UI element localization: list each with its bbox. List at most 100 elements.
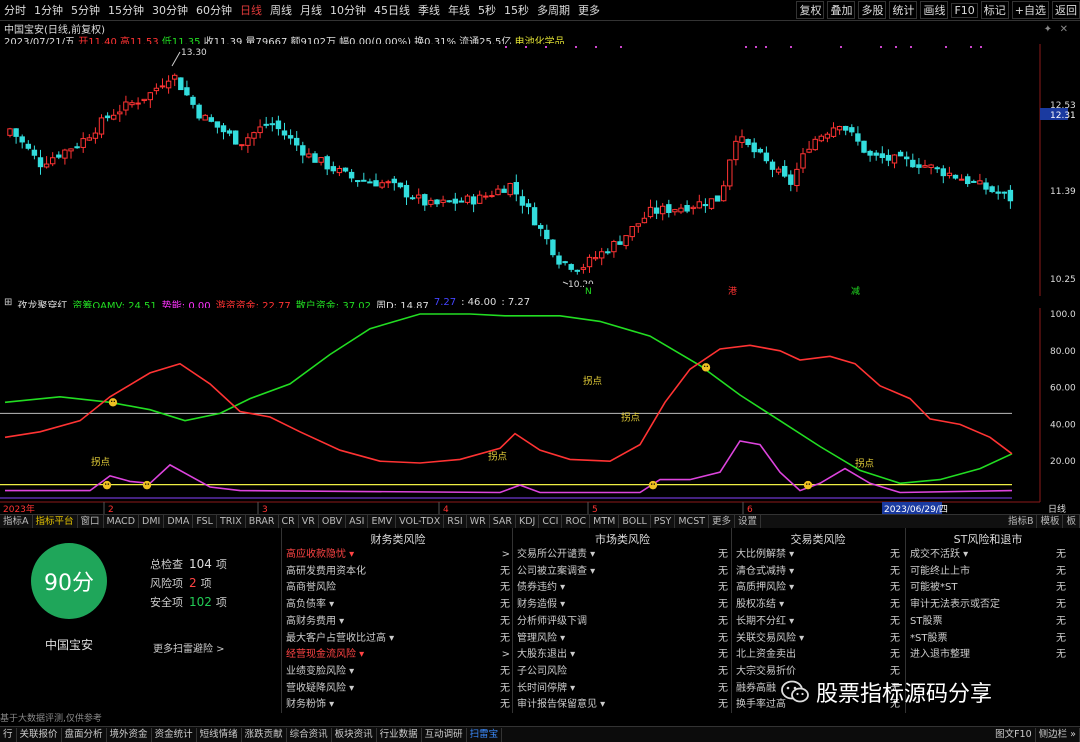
period-tab[interactable]: 60分钟 (192, 2, 236, 18)
risk-item[interactable]: 交易所公开谴责 ▾ 无 (517, 547, 728, 564)
period-tab[interactable]: 季线 (414, 2, 444, 18)
period-tab[interactable]: 月线 (296, 2, 326, 18)
indicator-tab[interactable]: BRAR (246, 515, 279, 529)
bottom-tab[interactable]: 行 (0, 727, 17, 742)
period-tab[interactable]: 5分钟 (67, 2, 104, 18)
period-tab[interactable]: 5秒 (474, 2, 500, 18)
toolbar-button[interactable]: 复权 (796, 1, 825, 19)
toolbar-button[interactable]: 统计 (889, 1, 918, 19)
indicator-tab[interactable]: 板 (1063, 515, 1080, 529)
period-tab[interactable]: 1分钟 (30, 2, 67, 18)
indicator-tab[interactable]: DMI (139, 515, 165, 529)
risk-item[interactable]: 债券违约 ▾ 无 (517, 580, 728, 597)
close-icon[interactable]: ✕ (1060, 24, 1068, 35)
indicator-chart[interactable]: 拐点拐点拐点拐点拐点100.080.0060.0040.0020.002023年… (0, 308, 1080, 514)
risk-item[interactable]: ST股票 无 (910, 614, 1066, 631)
bottom-right-button[interactable]: 侧边栏 » (1036, 727, 1080, 742)
bottom-tab[interactable]: 资金统计 (152, 727, 197, 742)
indicator-tab[interactable]: FSL (193, 515, 217, 529)
bottom-tab[interactable]: 境外资金 (107, 727, 152, 742)
bottom-tab[interactable]: 盘面分析 (62, 727, 107, 742)
indicator-tab[interactable]: WR (467, 515, 490, 529)
risk-item[interactable]: 股权冻结 ▾ 无 (736, 597, 900, 614)
risk-item[interactable]: 最大客户占营收比过高 ▾ 无 (286, 631, 510, 648)
indicator-tab[interactable]: MACD (104, 515, 140, 529)
period-tab[interactable]: 分时 (0, 2, 30, 18)
indicator-tab[interactable]: DMA (164, 515, 194, 529)
indicator-tab[interactable]: MCST (675, 515, 710, 529)
bottom-tab[interactable]: 行业数据 (377, 727, 422, 742)
risk-item[interactable]: 清仓式减持 ▾ 无 (736, 564, 900, 581)
bottom-tab[interactable]: 互动调研 (422, 727, 467, 742)
indicator-tab[interactable]: 窗口 (78, 515, 104, 529)
period-tab[interactable]: 30分钟 (148, 2, 192, 18)
period-tab[interactable]: 更多 (574, 2, 604, 18)
risk-item[interactable]: 业绩变脸风险 ▾ 无 (286, 664, 510, 681)
indicator-tab[interactable]: SAR (490, 515, 517, 529)
candlestick-chart[interactable]: 13.3010.20N 港减12.5312.3111.3910.25 (0, 44, 1080, 296)
risk-item[interactable]: 审计无法表示或否定 无 (910, 597, 1066, 614)
risk-item[interactable]: 经营现金流风险 ▾ > (286, 647, 510, 664)
indicator-tab[interactable]: 指标平台 (33, 515, 78, 529)
period-tab[interactable]: 15分钟 (104, 2, 148, 18)
risk-item[interactable]: 可能终止上市 无 (910, 564, 1066, 581)
indicator-tab[interactable]: OBV (319, 515, 347, 529)
toolbar-button[interactable]: 返回 (1052, 1, 1080, 19)
period-tab[interactable]: 多周期 (533, 2, 574, 18)
risk-item[interactable]: 成交不活跃 ▾ 无 (910, 547, 1066, 564)
risk-item[interactable]: 高应收款隐忧 ▾ > (286, 547, 510, 564)
indicator-tab[interactable]: VOL-TDX (396, 515, 445, 529)
toolbar-button[interactable]: 叠加 (827, 1, 856, 19)
risk-item[interactable]: 高质押风险 ▾ 无 (736, 580, 900, 597)
risk-item[interactable]: 可能被*ST 无 (910, 580, 1066, 597)
bottom-tab[interactable]: 涨跌贡献 (242, 727, 287, 742)
indicator-tab[interactable]: TRIX (217, 515, 246, 529)
toolbar-button[interactable]: 画线 (920, 1, 949, 19)
period-tab[interactable]: 10分钟 (326, 2, 370, 18)
period-tab[interactable]: 年线 (444, 2, 474, 18)
bottom-tab[interactable]: 关联报价 (17, 727, 62, 742)
period-tab[interactable]: 15秒 (500, 2, 533, 18)
risk-item[interactable]: 长期不分红 ▾ 无 (736, 614, 900, 631)
indicator-tab[interactable]: ROC (562, 515, 591, 529)
toolbar-button[interactable]: 标记 (980, 1, 1009, 19)
bottom-tab[interactable]: 扫雷宝 (467, 727, 503, 742)
bottom-right-button[interactable]: 图文F10 (992, 727, 1036, 742)
more-scan-link[interactable]: 更多扫雷避险 > (153, 640, 225, 655)
indicator-tab[interactable]: RSI (444, 515, 467, 529)
indicator-tab[interactable]: VR (299, 515, 319, 529)
risk-item[interactable]: 管理风险 ▾ 无 (517, 631, 728, 648)
risk-item[interactable]: 高研发费用资本化 无 (286, 564, 510, 581)
bottom-tab[interactable]: 短线情绪 (197, 727, 242, 742)
indicator-tab[interactable]: BOLL (619, 515, 651, 529)
risk-item[interactable]: 分析师评级下调 无 (517, 614, 728, 631)
indicator-tab[interactable]: 指标A (0, 515, 33, 529)
risk-item[interactable]: 北上资金卖出 无 (736, 647, 900, 664)
indicator-tab[interactable]: 模板 (1037, 515, 1064, 529)
indicator-tab[interactable]: 更多 (709, 515, 736, 529)
toolbar-button[interactable]: F10 (951, 2, 978, 18)
indicator-tab[interactable]: 设置 (735, 515, 762, 529)
risk-item[interactable]: 公司被立案调查 ▾ 无 (517, 564, 728, 581)
toolbar-button[interactable]: +自选 (1011, 1, 1049, 19)
indicator-tab[interactable]: CR (279, 515, 299, 529)
risk-item[interactable]: 子公司风险 无 (517, 664, 728, 681)
risk-item[interactable]: 高商誉风险 无 (286, 580, 510, 597)
risk-item[interactable]: 进入退市整理 无 (910, 647, 1066, 664)
period-tab[interactable]: 周线 (266, 2, 296, 18)
period-tab[interactable]: 45日线 (370, 2, 414, 18)
toolbar-button[interactable]: 多股 (858, 1, 887, 19)
risk-item[interactable]: 营收疑降风险 ▾ 无 (286, 681, 510, 698)
risk-item[interactable]: 财务造假 ▾ 无 (517, 597, 728, 614)
indicator-tab[interactable]: 指标B (1005, 515, 1038, 529)
indicator-tab[interactable]: CCI (539, 515, 563, 529)
risk-item[interactable]: 大股东退出 ▾ 无 (517, 647, 728, 664)
risk-item[interactable]: 高财务费用 ▾ 无 (286, 614, 510, 631)
risk-item[interactable]: 大比例解禁 ▾ 无 (736, 547, 900, 564)
risk-item[interactable]: 高负债率 ▾ 无 (286, 597, 510, 614)
indicator-tab[interactable]: ASI (346, 515, 369, 529)
risk-item[interactable]: 审计报告保留意见 ▾ 无 (517, 697, 728, 714)
risk-item[interactable]: 关联交易风险 ▾ 无 (736, 631, 900, 648)
indicator-tab[interactable]: EMV (368, 515, 397, 529)
indicator-tab[interactable]: MTM (590, 515, 620, 529)
